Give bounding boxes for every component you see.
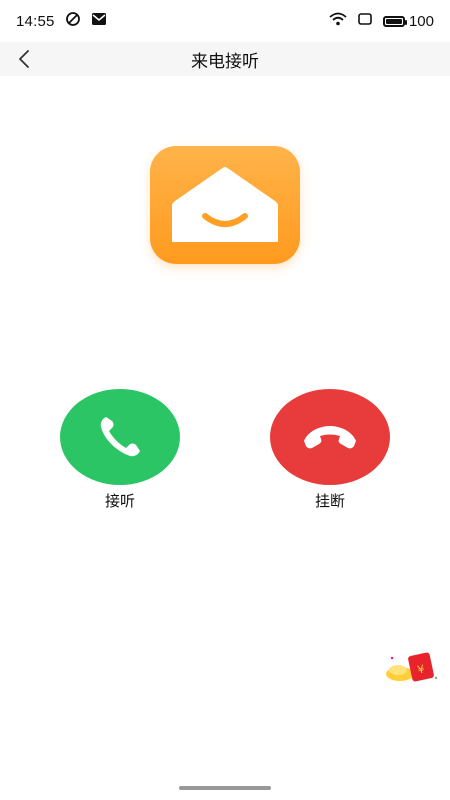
hangup-label: 挂断 — [314, 492, 345, 510]
answer-button[interactable] — [60, 389, 180, 485]
sim-icon — [357, 12, 373, 30]
mail-icon — [91, 12, 107, 30]
red-packet-button[interactable]: ¥ — [384, 650, 444, 684]
app-logo — [150, 146, 300, 264]
title-bar: 来电接听 — [0, 42, 450, 76]
phone-hangup-icon — [304, 426, 356, 449]
answer-label: 接听 — [104, 492, 135, 510]
page-title: 来电接听 — [191, 51, 259, 72]
red-envelope-icon: ¥ — [386, 652, 438, 682]
home-smile-icon — [172, 167, 278, 242]
wifi-icon — [329, 12, 347, 30]
hangup-button[interactable] — [270, 389, 390, 485]
back-arrow-icon — [19, 50, 29, 68]
battery-indicator: 100 — [382, 12, 434, 30]
phone-answer-icon — [100, 417, 140, 457]
status-right: 100 — [329, 12, 434, 30]
status-bar: 14:55 100 — [0, 0, 450, 42]
status-time: 14:55 — [16, 12, 55, 30]
battery-icon — [382, 15, 407, 27]
battery-level: 100 — [408, 12, 434, 30]
alarm-icon — [65, 11, 81, 31]
home-indicator[interactable] — [179, 786, 271, 790]
status-left: 14:55 — [16, 11, 107, 31]
back-button[interactable] — [10, 45, 38, 73]
